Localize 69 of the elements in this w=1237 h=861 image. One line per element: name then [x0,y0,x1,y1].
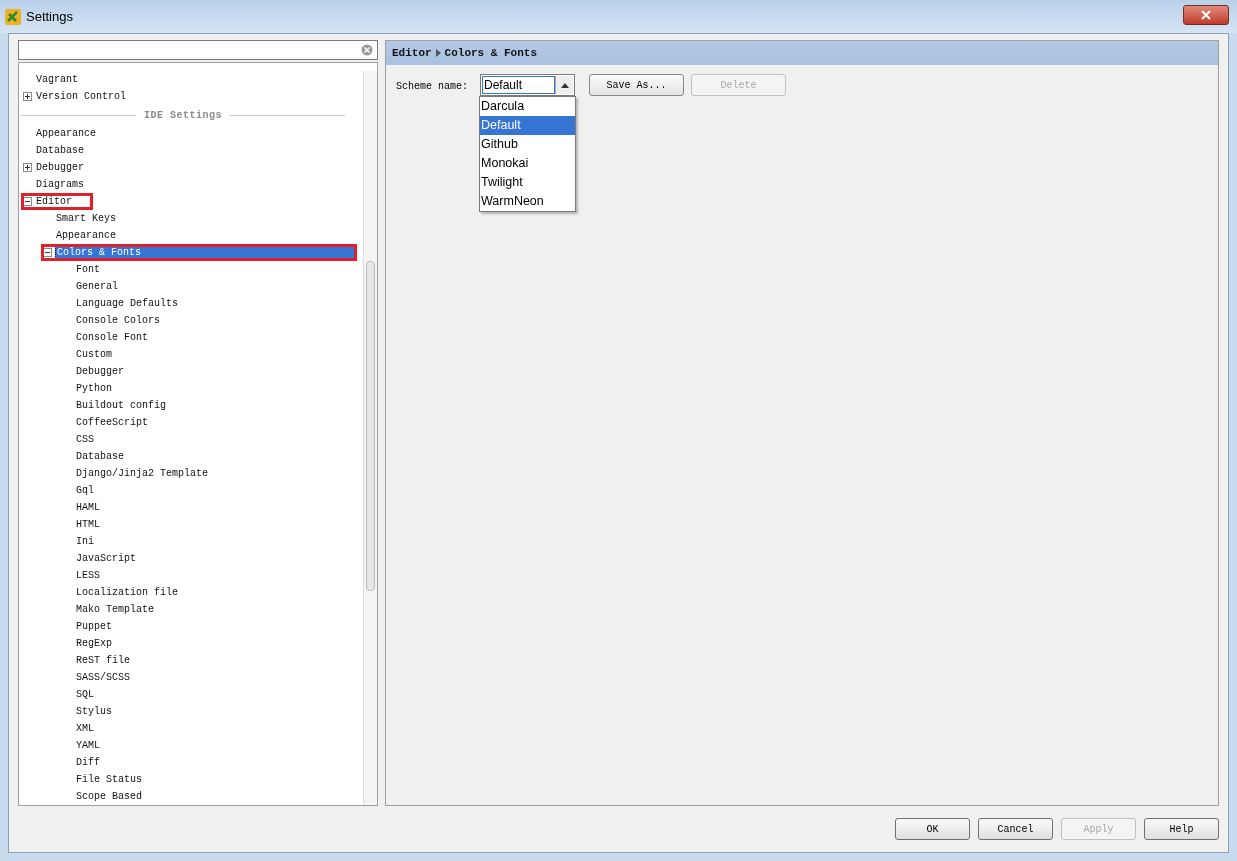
tree-item[interactable]: Stylus [75,704,113,719]
tree-item[interactable]: RegExp [75,636,113,651]
close-icon [1201,10,1211,20]
tree-item[interactable]: Mako Template [75,602,155,617]
tree-item[interactable]: Console Font [75,330,149,345]
tree-item[interactable]: Scope Based [75,789,143,804]
tree-item[interactable]: Custom [75,347,113,362]
dropdown-option[interactable]: Default [480,116,575,135]
tree-item[interactable]: SQL [75,687,95,702]
tree-item[interactable]: Diff [75,755,101,770]
scrollbar[interactable] [363,71,377,805]
close-button[interactable] [1183,5,1229,25]
tree-item[interactable]: Gql [75,483,95,498]
tree-item[interactable]: Console Colors [75,313,161,328]
tree-item[interactable]: Localization file [75,585,180,600]
scheme-dropdown[interactable]: Default [480,74,575,96]
tree-item[interactable]: Buildout config [75,398,167,413]
search-field[interactable] [18,40,378,60]
tree-item[interactable]: JavaScript [75,551,137,566]
collapse-icon[interactable] [43,248,52,257]
dialog-button[interactable]: OK [895,818,970,840]
tree-item[interactable]: XML [75,721,95,736]
dropdown-value: Default [482,76,555,94]
dropdown-option[interactable]: WarmNeon [480,192,575,211]
tree-item[interactable]: Debugger [35,160,85,175]
tree-item[interactable]: Django/Jinja2 Template [75,466,210,481]
dropdown-option[interactable]: Github [480,135,575,154]
tree-item[interactable]: Vagrant [35,72,79,87]
tree-item[interactable]: Language Defaults [75,296,180,311]
dialog-button[interactable]: Cancel [978,818,1053,840]
tree-item[interactable]: Ini [75,534,95,549]
breadcrumb-item: Colors & Fonts [444,45,538,61]
expand-icon[interactable] [23,163,32,172]
tree-item[interactable]: CoffeeScript [75,415,149,430]
tree-item[interactable]: Appearance [35,126,97,141]
tree-item[interactable]: Smart Keys [55,211,117,226]
tree-item[interactable]: Database [35,143,85,158]
dropdown-option[interactable]: Twilight [480,173,575,192]
section-heading: IDE Settings [143,108,223,123]
chevron-icon [435,49,441,57]
tree-item[interactable]: Font [75,262,101,277]
breadcrumb-item: Editor [392,45,432,61]
tree-item[interactable]: ReST file [75,653,131,668]
tree-item[interactable]: Editor [35,194,73,209]
dialog-button[interactable]: Help [1144,818,1219,840]
clear-icon[interactable] [361,44,373,56]
dropdown-option[interactable]: Monokai [480,154,575,173]
tree-item[interactable]: Debugger [75,364,125,379]
tree-item[interactable]: Database [75,449,125,464]
tree-item[interactable]: Diagrams [35,177,85,192]
dropdown-option[interactable]: Darcula [480,97,575,116]
tree-item[interactable]: Appearance [55,228,117,243]
scheme-name-label: Scheme name: [396,80,468,94]
tree-item[interactable]: Python [75,381,113,396]
tree-item[interactable]: CSS [75,432,95,447]
app-logo-icon [4,7,22,26]
tree-item[interactable]: SASS/SCSS [75,670,131,685]
tree-item[interactable]: Puppet [75,619,113,634]
scheme-button[interactable]: Save As... [589,74,684,96]
tree-item[interactable]: YAML [75,738,101,753]
window-title: Settings [26,7,73,26]
tree-item[interactable]: Version Control [35,89,127,104]
tree-item[interactable]: HAML [75,500,101,515]
collapse-icon[interactable] [23,197,32,206]
tree-item[interactable]: File Status [75,772,143,787]
tree-item[interactable]: LESS [75,568,101,583]
tree-item[interactable]: General [75,279,119,294]
tree-item[interactable]: HTML [75,517,101,532]
expand-icon[interactable] [23,92,32,101]
